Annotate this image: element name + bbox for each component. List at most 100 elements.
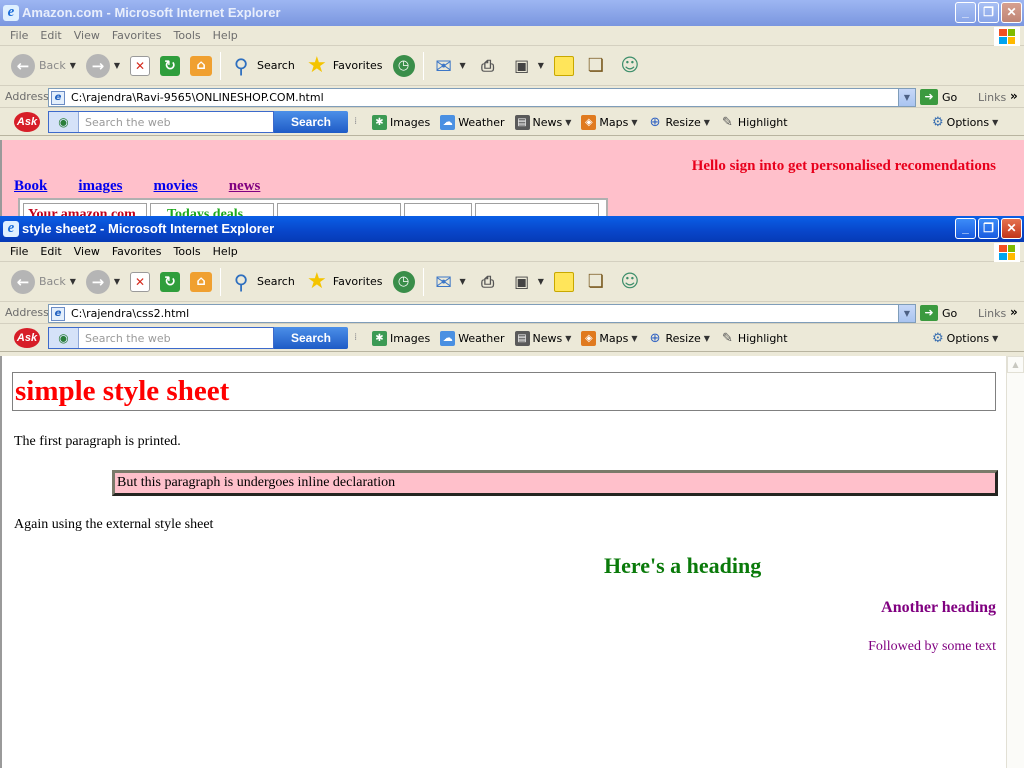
title-bar[interactable]: e style sheet2 - Microsoft Internet Expl… xyxy=(0,216,1024,242)
nav-link-news[interactable]: news xyxy=(229,178,264,195)
history-button[interactable]: ◷ xyxy=(388,50,420,82)
ask-options-button[interactable]: ⚙ Options ▼ xyxy=(932,115,998,130)
chevron-right-icon[interactable]: » xyxy=(1010,305,1018,319)
search-button[interactable]: ⚲ Search xyxy=(224,266,300,298)
ask-images-button[interactable]: ✱ Images xyxy=(372,330,430,346)
menu-view[interactable]: View xyxy=(68,29,106,42)
ask-maps-button[interactable]: ◈ Maps ▼ xyxy=(581,330,638,346)
minimize-button[interactable]: _ xyxy=(955,2,976,23)
refresh-button[interactable]: ↻ xyxy=(155,266,185,298)
favorites-button[interactable]: ★ Favorites xyxy=(300,50,388,82)
globe-icon[interactable]: ◉ xyxy=(49,112,79,132)
close-button[interactable]: ✕ xyxy=(1001,2,1022,23)
edit-button[interactable]: ▣ ▼ xyxy=(505,266,549,298)
ask-maps-button[interactable]: ◈ Maps ▼ xyxy=(581,114,638,130)
discuss-button[interactable] xyxy=(549,266,579,298)
ask-search-input[interactable]: ◉ Search the web xyxy=(48,111,274,133)
research-button[interactable]: ❏ xyxy=(579,266,613,298)
research-button[interactable]: ❏ xyxy=(579,50,613,82)
nav-link-images[interactable]: images xyxy=(78,178,125,195)
address-input[interactable]: e C:\rajendra\css2.html ▼ xyxy=(48,304,916,323)
address-dropdown-button[interactable]: ▼ xyxy=(898,89,915,106)
nav-link-book[interactable]: Book xyxy=(14,178,50,195)
address-bar: Address e C:\rajendra\Ravi-9565\ONLINESH… xyxy=(0,86,1024,108)
ask-search-input[interactable]: ◉ Search the web xyxy=(48,327,274,349)
ask-weather-button[interactable]: ☁ Weather xyxy=(440,330,505,346)
scroll-up-button[interactable]: ▲ xyxy=(1007,356,1024,373)
search-button[interactable]: ⚲ Search xyxy=(224,50,300,82)
nav-links: Book images movies news xyxy=(14,178,263,195)
messenger-button[interactable]: ☺ xyxy=(613,266,647,298)
go-button[interactable]: ➜ Go xyxy=(920,305,957,321)
address-dropdown-button[interactable]: ▼ xyxy=(898,305,915,322)
menu-tools[interactable]: Tools xyxy=(168,245,207,258)
chevron-right-icon[interactable]: » xyxy=(1010,89,1018,103)
home-button[interactable]: ⌂ xyxy=(185,50,217,82)
history-button[interactable]: ◷ xyxy=(388,266,420,298)
ask-options-button[interactable]: ⚙ Options ▼ xyxy=(932,331,998,346)
table-cell xyxy=(475,203,599,216)
address-input[interactable]: e C:\rajendra\Ravi-9565\ONLINESHOP.COM.h… xyxy=(48,88,916,107)
note-icon xyxy=(553,271,574,292)
ask-news-button[interactable]: ▤ News ▼ xyxy=(514,330,571,346)
grip-icon[interactable]: ⁞ xyxy=(354,116,357,127)
ask-search-button[interactable]: Search xyxy=(274,327,348,349)
edit-button[interactable]: ▣ ▼ xyxy=(505,50,549,82)
menu-file[interactable]: File xyxy=(4,29,34,42)
minimize-button[interactable]: _ xyxy=(955,218,976,239)
discuss-button[interactable] xyxy=(549,50,579,82)
menu-file[interactable]: File xyxy=(4,245,34,258)
menu-tools[interactable]: Tools xyxy=(168,29,207,42)
ask-news-button[interactable]: ▤ News ▼ xyxy=(514,114,571,130)
stop-button[interactable]: ✕ xyxy=(125,50,155,82)
vertical-scrollbar[interactable]: ▲ xyxy=(1006,356,1024,768)
links-button[interactable]: Links xyxy=(978,91,1006,104)
ask-logo-icon[interactable]: Ask xyxy=(14,328,40,348)
menu-edit[interactable]: Edit xyxy=(34,29,67,42)
back-button[interactable]: ← Back ▼ xyxy=(6,50,81,82)
home-button[interactable]: ⌂ xyxy=(185,266,217,298)
grip-icon[interactable]: ⁞ xyxy=(354,332,357,343)
print-button[interactable]: ⎙ xyxy=(471,266,505,298)
links-button[interactable]: Links xyxy=(978,307,1006,320)
chevron-down-icon: ▼ xyxy=(631,333,638,343)
close-button[interactable]: ✕ xyxy=(1001,218,1022,239)
ie-window-amazon[interactable]: e Amazon.com - Microsoft Internet Explor… xyxy=(0,0,1024,216)
restore-button[interactable]: ❐ xyxy=(978,218,999,239)
menu-help[interactable]: Help xyxy=(207,245,244,258)
mail-button[interactable]: ✉ ▼ xyxy=(427,266,471,298)
ask-logo-icon[interactable]: Ask xyxy=(14,112,40,132)
table-cell-your-amazon[interactable]: Your amazon.com xyxy=(23,203,147,216)
ask-highlight-button[interactable]: ✎ Highlight xyxy=(720,115,788,130)
edit-icon: ▣ xyxy=(514,271,530,291)
nav-link-movies[interactable]: movies xyxy=(154,178,201,195)
forward-button[interactable]: → ▼ xyxy=(81,266,125,298)
ask-images-button[interactable]: ✱ Images xyxy=(372,114,430,130)
back-button[interactable]: ← Back ▼ xyxy=(6,266,81,298)
ie-window-style-sheet[interactable]: e style sheet2 - Microsoft Internet Expl… xyxy=(0,216,1024,768)
stop-button[interactable]: ✕ xyxy=(125,266,155,298)
title-bar[interactable]: e Amazon.com - Microsoft Internet Explor… xyxy=(0,0,1024,26)
menu-favorites[interactable]: Favorites xyxy=(106,245,168,258)
go-button[interactable]: ➜ Go xyxy=(920,89,957,105)
menu-favorites[interactable]: Favorites xyxy=(106,29,168,42)
globe-icon[interactable]: ◉ xyxy=(49,328,79,348)
messenger-button[interactable]: ☺ xyxy=(613,50,647,82)
restore-button[interactable]: ❐ xyxy=(978,2,999,23)
ask-search-button[interactable]: Search xyxy=(274,111,348,133)
ask-resize-button[interactable]: ⊕ Resize ▼ xyxy=(648,115,710,130)
ask-weather-button[interactable]: ☁ Weather xyxy=(440,114,505,130)
menu-view[interactable]: View xyxy=(68,245,106,258)
menu-edit[interactable]: Edit xyxy=(34,245,67,258)
history-icon: ◷ xyxy=(392,270,415,293)
ask-resize-button[interactable]: ⊕ Resize ▼ xyxy=(648,331,710,346)
print-button[interactable]: ⎙ xyxy=(471,50,505,82)
weather-icon: ☁ xyxy=(440,330,456,346)
refresh-button[interactable]: ↻ xyxy=(155,50,185,82)
forward-button[interactable]: → ▼ xyxy=(81,50,125,82)
favorites-button[interactable]: ★ Favorites xyxy=(300,266,388,298)
mail-button[interactable]: ✉ ▼ xyxy=(427,50,471,82)
table-cell-todays-deals[interactable]: Todays deals xyxy=(150,203,274,216)
ask-highlight-button[interactable]: ✎ Highlight xyxy=(720,331,788,346)
menu-help[interactable]: Help xyxy=(207,29,244,42)
